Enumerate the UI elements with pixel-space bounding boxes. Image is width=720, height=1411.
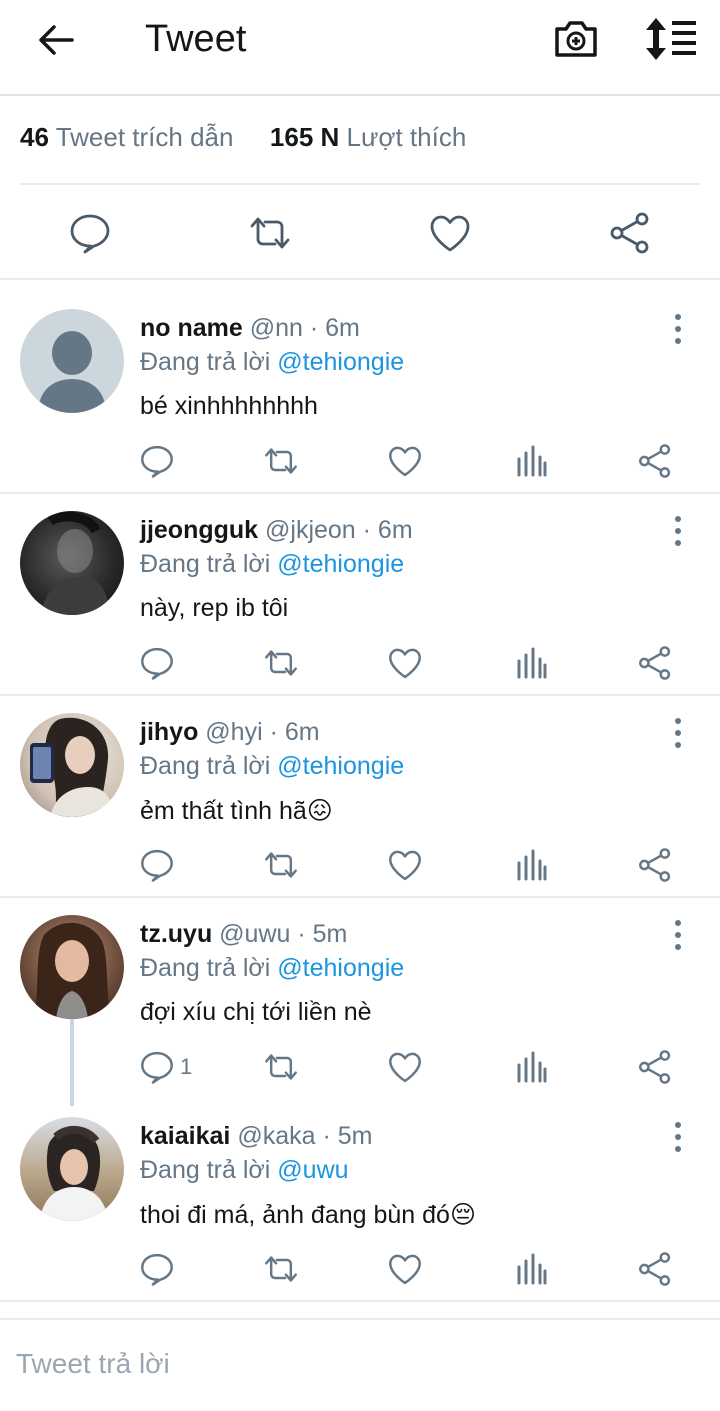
- replying-to-label: Đang trả lời: [140, 752, 271, 780]
- display-name[interactable]: jihyo: [140, 718, 198, 746]
- reply-icon[interactable]: [139, 847, 175, 883]
- analytics-icon[interactable]: [513, 443, 549, 479]
- sort-order-icon[interactable]: [644, 16, 698, 62]
- thread-connector: [70, 1019, 74, 1106]
- like-icon[interactable]: [387, 1251, 423, 1287]
- more-options-icon[interactable]: [666, 514, 690, 548]
- display-name[interactable]: tz.uyu: [140, 920, 212, 948]
- mention-link[interactable]: @tehiongie: [277, 752, 404, 780]
- retweet-icon[interactable]: [248, 211, 292, 255]
- display-name[interactable]: no name: [140, 314, 243, 342]
- retweet-icon[interactable]: [263, 1251, 299, 1287]
- mention-link[interactable]: @tehiongie: [277, 954, 404, 982]
- handle-time: @uwu · 5m: [219, 920, 348, 948]
- tweet-text: bé xinhhhhhhhh: [140, 392, 318, 420]
- likes-label[interactable]: Lượt thích: [347, 122, 467, 152]
- tweet-text: ẻm thất tình hã: [140, 797, 307, 825]
- retweet-icon[interactable]: [263, 443, 299, 479]
- quotes-count[interactable]: 46: [20, 122, 49, 152]
- reply-icon[interactable]: [139, 1251, 175, 1287]
- divider: [20, 183, 700, 185]
- like-icon[interactable]: [387, 1049, 423, 1085]
- avatar[interactable]: [20, 1117, 124, 1221]
- tweet-text: thoi đi má, ảnh đang bùn đó: [140, 1201, 450, 1229]
- main-tweet-actions: [0, 186, 720, 280]
- retweet-icon[interactable]: [263, 847, 299, 883]
- back-arrow-icon[interactable]: [36, 20, 76, 60]
- more-options-icon[interactable]: [666, 918, 690, 952]
- tweet-text: này, rep ib tôi: [140, 594, 289, 622]
- share-icon[interactable]: [637, 847, 673, 883]
- camera-plus-icon[interactable]: [553, 16, 599, 62]
- quotes-label[interactable]: Tweet trích dẫn: [56, 122, 234, 152]
- reply-tweet[interactable]: kaiaikai @kaka · 5m Đang trả lời @uwu th…: [0, 1102, 720, 1302]
- mention-link[interactable]: @tehiongie: [277, 550, 404, 578]
- retweet-icon[interactable]: [263, 645, 299, 681]
- top-bar: Tweet: [0, 0, 720, 96]
- avatar[interactable]: [20, 915, 124, 1019]
- reply-tweet[interactable]: jjeongguk @jkjeon · 6m Đang trả lời @teh…: [0, 496, 720, 696]
- share-icon[interactable]: [637, 1049, 673, 1085]
- reply-icon[interactable]: [139, 1049, 175, 1085]
- reply-input[interactable]: [16, 1348, 696, 1380]
- reply-icon[interactable]: [139, 443, 175, 479]
- share-icon[interactable]: [637, 1251, 673, 1287]
- like-icon[interactable]: [387, 847, 423, 883]
- reply-tweet[interactable]: no name @nn · 6m Đang trả lời @tehiongie…: [0, 282, 720, 494]
- likes-count[interactable]: 165 N: [270, 122, 339, 152]
- mention-link[interactable]: @tehiongie: [277, 348, 404, 376]
- handle-time: @jkjeon · 6m: [265, 516, 413, 544]
- more-options-icon[interactable]: [666, 1120, 690, 1154]
- tweet-stats: 46 Tweet trích dẫn 165 N Lượt thích: [20, 122, 466, 153]
- reply-count: 1: [180, 1054, 193, 1079]
- share-icon[interactable]: [608, 211, 652, 255]
- like-icon[interactable]: [387, 645, 423, 681]
- replying-to-label: Đang trả lời: [140, 550, 271, 578]
- mention-link[interactable]: @uwu: [277, 1156, 348, 1184]
- reply-tweet[interactable]: jihyo @hyi · 6m Đang trả lời @tehiongie …: [0, 698, 720, 898]
- default-avatar[interactable]: [20, 309, 124, 413]
- analytics-icon[interactable]: [513, 1251, 549, 1287]
- like-icon[interactable]: [387, 443, 423, 479]
- tweet-text: đợi xíu chị tới liền nè: [140, 998, 372, 1026]
- analytics-icon[interactable]: [513, 847, 549, 883]
- reply-tweet[interactable]: tz.uyu @uwu · 5m Đang trả lời @tehiongie…: [0, 900, 720, 1106]
- analytics-icon[interactable]: [513, 1049, 549, 1085]
- pensive-face-emoji: 😔: [449, 1201, 477, 1229]
- avatar[interactable]: [20, 713, 124, 817]
- reply-icon[interactable]: [139, 645, 175, 681]
- handle-time: @nn · 6m: [249, 314, 360, 342]
- display-name[interactable]: kaiaikai: [140, 1122, 230, 1150]
- share-icon[interactable]: [637, 443, 673, 479]
- retweet-icon[interactable]: [263, 1049, 299, 1085]
- replying-to-label: Đang trả lời: [140, 1156, 271, 1184]
- like-icon[interactable]: [428, 211, 472, 255]
- reply-icon[interactable]: [68, 211, 112, 255]
- avatar[interactable]: [20, 511, 124, 615]
- more-options-icon[interactable]: [666, 312, 690, 346]
- page-title: Tweet: [145, 18, 247, 60]
- handle-time: @kaka · 5m: [237, 1122, 373, 1150]
- handle-time: @hyi · 6m: [205, 718, 320, 746]
- display-name[interactable]: jjeongguk: [140, 516, 258, 544]
- replying-to-label: Đang trả lời: [140, 348, 271, 376]
- share-icon[interactable]: [637, 645, 673, 681]
- more-options-icon[interactable]: [666, 716, 690, 750]
- replying-to-label: Đang trả lời: [140, 954, 271, 982]
- reply-composer: [0, 1318, 720, 1411]
- confounded-face-emoji: 😖: [306, 797, 333, 825]
- analytics-icon[interactable]: [513, 645, 549, 681]
